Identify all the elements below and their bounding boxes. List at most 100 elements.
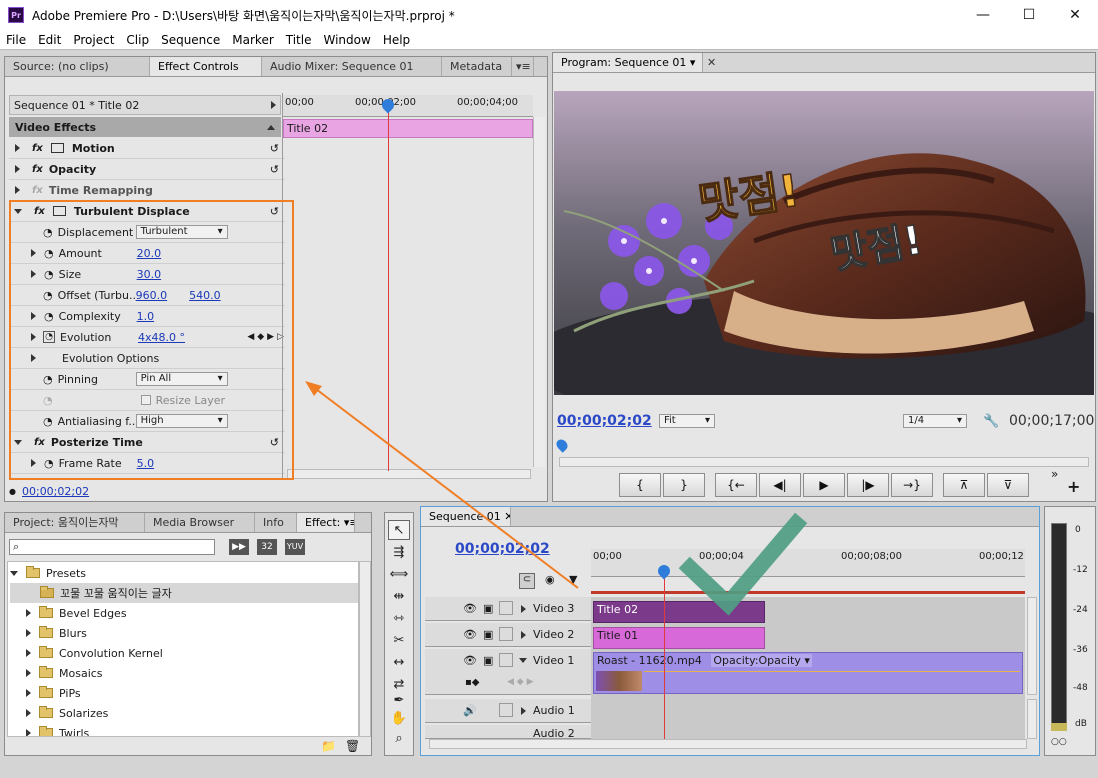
expand-icon[interactable] [26, 689, 31, 697]
transform-icon[interactable] [50, 143, 64, 153]
vertical-scrollbar[interactable] [533, 117, 545, 467]
expand-icon[interactable] [521, 631, 526, 639]
maximize-button[interactable]: ☐ [1006, 0, 1052, 30]
rolling-edit-tool-icon[interactable]: ⇹ [388, 586, 410, 606]
horizontal-scrollbar[interactable] [287, 469, 531, 479]
expand-icon[interactable] [26, 609, 31, 617]
menu-sequence[interactable]: Sequence [155, 33, 226, 47]
pen-tool-icon[interactable]: ✒ [388, 690, 410, 710]
menu-file[interactable]: File [0, 33, 32, 47]
lock-toggle[interactable] [499, 601, 513, 615]
expand-icon[interactable] [26, 729, 31, 736]
snap-icon[interactable]: ⊂ [519, 573, 535, 589]
tab-sequence[interactable]: Sequence 01 ✕ [421, 507, 511, 526]
tab-program[interactable]: Program: Sequence 01 ▾ [553, 53, 703, 72]
menu-clip[interactable]: Clip [120, 33, 155, 47]
tab-metadata[interactable]: Metadata [442, 57, 512, 76]
lock-toggle[interactable] [499, 653, 513, 667]
work-area-bar[interactable] [591, 591, 1025, 594]
razor-tool-icon[interactable]: ✂ [388, 630, 410, 650]
resolution-dropdown[interactable]: 1/4 ▾ [903, 414, 967, 428]
clip-roast-video[interactable]: Roast - 11620.mp4 Opacity:Opacity ▾ [593, 652, 1023, 694]
yuv-filter-button[interactable]: YUV [285, 539, 305, 555]
collapse-icon[interactable] [10, 570, 18, 576]
eye-icon[interactable]: 👁 [463, 654, 477, 667]
play-button[interactable]: ▶ [803, 473, 845, 497]
tab-effects[interactable]: Effect: ▾≡ [297, 513, 355, 532]
expand-icon[interactable] [521, 605, 526, 613]
track-select-tool-icon[interactable]: ⇶ [388, 542, 410, 562]
mark-in-button[interactable]: { [619, 473, 661, 497]
step-back-button[interactable]: ◀| [759, 473, 801, 497]
expand-icon[interactable] [15, 186, 20, 194]
effect-row-motion[interactable]: fx Motion ↺ [9, 138, 285, 159]
solo-toggle-icon[interactable]: ○○ [1051, 737, 1067, 747]
tree-item-custom-preset[interactable]: 꼬물 꼬물 움직이는 글자 [10, 583, 358, 603]
program-zoom-scrollbar[interactable] [559, 457, 1089, 467]
collapse-icon[interactable] [267, 124, 275, 130]
expand-icon[interactable] [26, 649, 31, 657]
clip-title-01[interactable]: Title 01 [593, 627, 765, 649]
tree-item-presets[interactable]: Presets [10, 563, 358, 583]
wrench-icon[interactable]: 🔧 [983, 414, 999, 429]
panel-menu-icon[interactable]: ▾≡ [512, 57, 534, 76]
expand-icon[interactable] [26, 669, 31, 677]
filmstrip-icon[interactable]: ▣ [483, 602, 493, 615]
menu-marker[interactable]: Marker [226, 33, 279, 47]
expand-icon[interactable] [15, 165, 20, 173]
video-preview[interactable]: 맛점! 맛점! [554, 91, 1094, 395]
effect-ruler[interactable]: 00;00 00;00;02;00 00;00;04;00 [283, 95, 533, 117]
slip-tool-icon[interactable]: ↔ [388, 652, 410, 672]
effect-row-opacity[interactable]: fx Opacity ↺ [9, 159, 285, 180]
eye-icon[interactable]: 👁 [463, 602, 477, 615]
tab-audio-mixer[interactable]: Audio Mixer: Sequence 01 [262, 57, 442, 76]
tab-project[interactable]: Project: 움직이는자막 [5, 513, 145, 532]
expand-icon[interactable] [26, 709, 31, 717]
opacity-rubber-band[interactable] [644, 671, 1020, 672]
display-style-icon[interactable]: ▪◆ [465, 677, 479, 688]
tab-info[interactable]: Info [255, 513, 297, 532]
close-tab-icon[interactable]: ✕ [703, 53, 721, 72]
lock-toggle[interactable] [499, 703, 513, 717]
tab-media-browser[interactable]: Media Browser [145, 513, 255, 532]
zoom-tool-icon[interactable]: ⌕ [388, 728, 410, 748]
rate-stretch-tool-icon[interactable]: ⇿ [388, 608, 410, 628]
32bit-filter-button[interactable]: 32 [257, 539, 277, 555]
effect-controls-timecode[interactable]: 00;00;02;02 [22, 485, 89, 498]
reset-icon[interactable]: ↺ [270, 142, 279, 155]
minimize-button[interactable]: — [960, 0, 1006, 30]
reset-icon[interactable]: ↺ [270, 163, 279, 176]
speaker-icon[interactable]: 🔊 [463, 704, 477, 717]
menu-edit[interactable]: Edit [32, 33, 67, 47]
eye-icon[interactable]: 👁 [463, 628, 477, 641]
clip-title-02[interactable]: Title 02 [593, 601, 765, 623]
ripple-edit-tool-icon[interactable]: ⟺ [388, 564, 410, 584]
menu-project[interactable]: Project [67, 33, 120, 47]
fx-icon[interactable]: fx [32, 164, 43, 175]
tab-effect-controls[interactable]: Effect Controls [150, 57, 262, 76]
collapse-icon[interactable] [519, 658, 527, 663]
fx-icon[interactable]: fx [32, 143, 43, 154]
more-controls-icon[interactable]: » [1051, 467, 1058, 481]
close-button[interactable]: ✕ [1052, 0, 1098, 30]
effect-clip-bar[interactable]: Title 02 [283, 119, 533, 138]
delete-icon[interactable]: 🗑 [345, 739, 360, 753]
expand-icon[interactable] [15, 144, 20, 152]
tab-source[interactable]: Source: (no clips) [5, 57, 150, 76]
menu-window[interactable]: Window [317, 33, 376, 47]
sequence-marker-icon[interactable]: ◉ [545, 573, 555, 586]
effects-search-input[interactable]: ⌕ [9, 539, 215, 555]
clip-fx-dropdown[interactable]: Opacity:Opacity ▾ [711, 654, 812, 667]
step-forward-button[interactable]: |▶ [847, 473, 889, 497]
audio-tracks-scrollbar[interactable] [1027, 699, 1037, 739]
fit-dropdown[interactable]: Fit ▾ [659, 414, 715, 428]
menu-title[interactable]: Title [280, 33, 318, 47]
show-timeline-icon[interactable] [271, 101, 276, 109]
tree-item-blurs[interactable]: Blurs [10, 623, 358, 643]
go-to-in-button[interactable]: {← [715, 473, 757, 497]
video-tracks-scrollbar[interactable] [1027, 597, 1037, 695]
tree-item-convolution-kernel[interactable]: Convolution Kernel [10, 643, 358, 663]
expand-icon[interactable] [26, 629, 31, 637]
go-to-out-button[interactable]: →} [891, 473, 933, 497]
keyframe-nav-icon[interactable]: ◀ ◆ ▶ [507, 677, 534, 687]
